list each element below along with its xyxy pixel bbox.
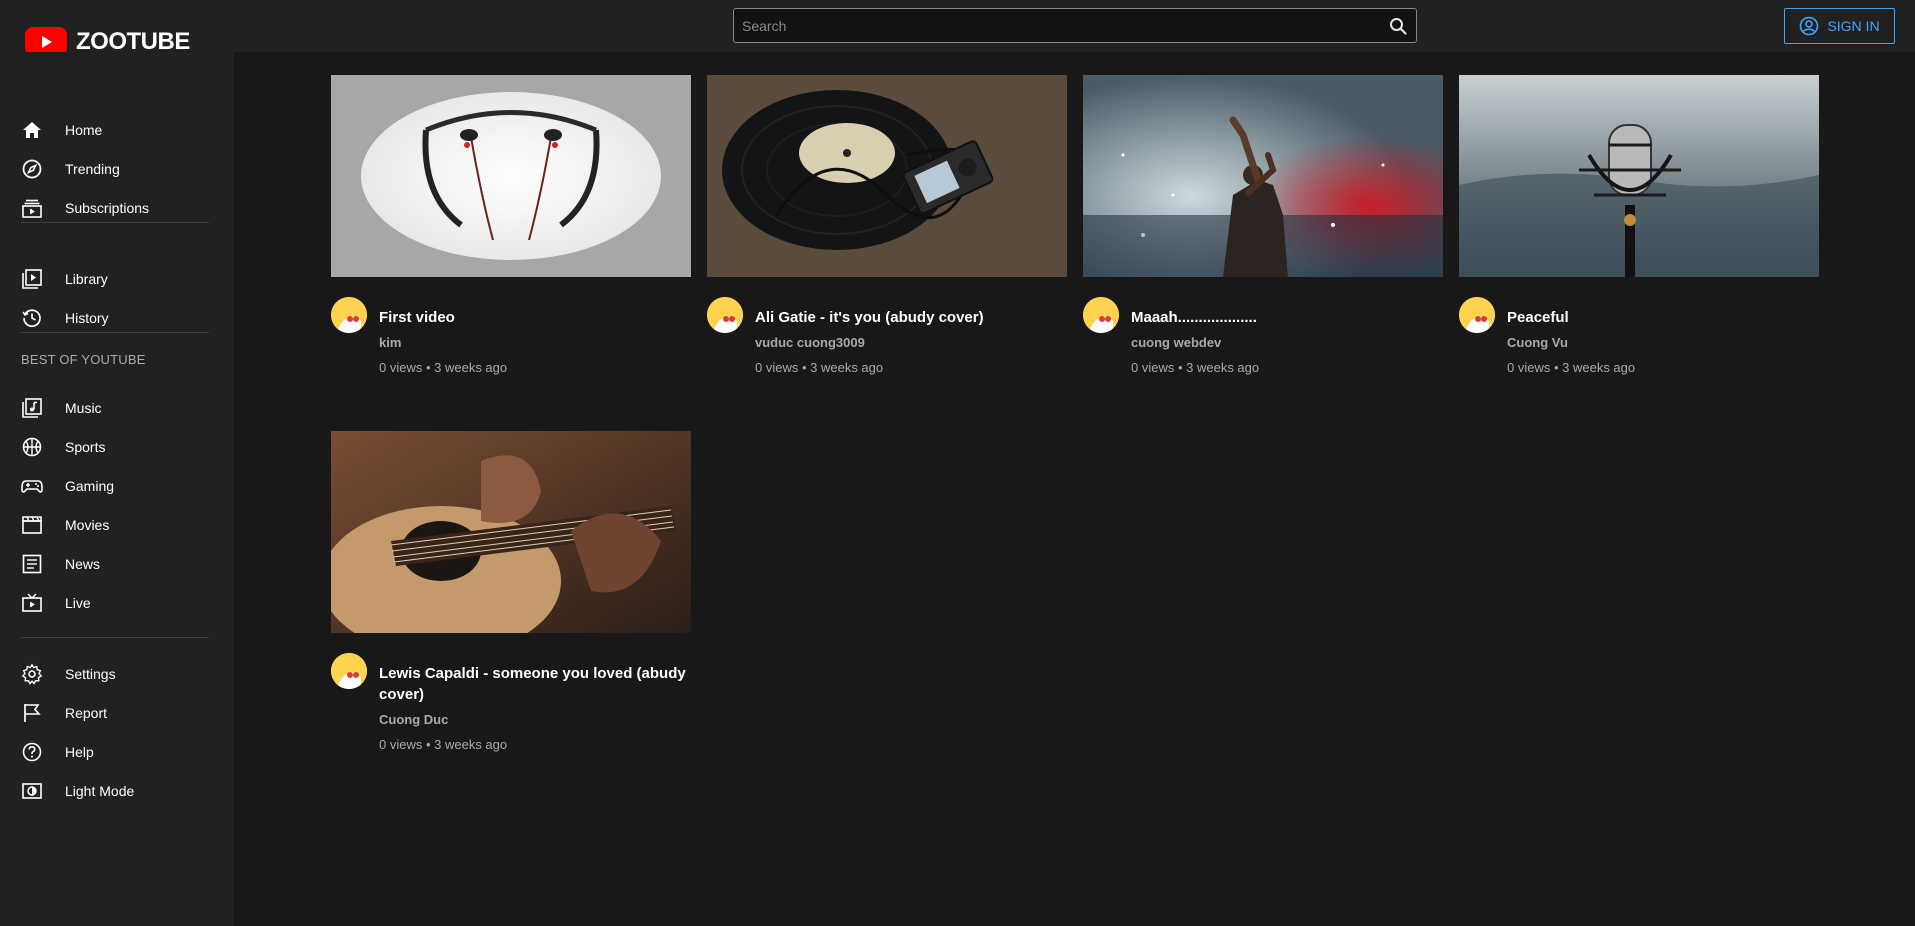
sidebar-item-help[interactable]: Help bbox=[0, 732, 234, 771]
sidebar-item-label: Live bbox=[65, 594, 91, 611]
video-stats: 0 views • 3 weeks ago bbox=[1507, 360, 1636, 375]
channel-avatar[interactable] bbox=[331, 653, 367, 689]
sidebar-item-label: Report bbox=[65, 704, 108, 721]
sidebar-item-label: Library bbox=[65, 270, 108, 287]
channel-avatar[interactable] bbox=[331, 297, 367, 333]
sidebar-item-label: News bbox=[65, 555, 101, 572]
sidebar-item-trending[interactable]: Trending bbox=[0, 149, 234, 188]
video-thumbnail-earphones[interactable] bbox=[331, 75, 691, 277]
flag-icon bbox=[21, 702, 43, 724]
section-title-best: BEST OF YOUTUBE bbox=[21, 352, 146, 367]
video-card[interactable]: Ali Gatie - it's you (abudy cover) vuduc… bbox=[707, 75, 1067, 375]
sidebar-item-label: Help bbox=[65, 743, 94, 760]
sidebar-item-label: Sports bbox=[65, 438, 106, 455]
video-card[interactable]: Maaah................... cuong webdev 0 … bbox=[1083, 75, 1443, 375]
sidebar-item-label: Movies bbox=[65, 516, 110, 533]
live-tv-icon bbox=[21, 592, 43, 614]
sidebar-item-label: Home bbox=[65, 121, 103, 138]
library-icon bbox=[21, 268, 43, 290]
sign-in-label: SIGN IN bbox=[1827, 18, 1880, 34]
sidebar-item-label: Settings bbox=[65, 665, 116, 682]
search-bar bbox=[733, 8, 1417, 43]
video-stats: 0 views • 3 weeks ago bbox=[379, 737, 508, 752]
channel-avatar[interactable] bbox=[1083, 297, 1119, 333]
account-circle-icon bbox=[1800, 16, 1819, 36]
sidebar-item-gaming[interactable]: Gaming bbox=[0, 466, 234, 505]
video-title[interactable]: Maaah................... bbox=[1131, 297, 1443, 328]
video-meta: Peaceful Cuong Vu 0 views • 3 weeks ago bbox=[1459, 297, 1819, 375]
gamepad-icon bbox=[21, 475, 43, 497]
channel-name[interactable]: kim bbox=[379, 335, 691, 350]
sidebar-item-live[interactable]: Live bbox=[0, 583, 234, 622]
sidebar-divider bbox=[21, 637, 209, 638]
video-thumbnail-guitar[interactable] bbox=[331, 431, 691, 633]
video-meta: Ali Gatie - it's you (abudy cover) vuduc… bbox=[707, 297, 1067, 375]
video-card[interactable]: First video kim 0 views • 3 weeks ago bbox=[331, 75, 691, 375]
sidebar-item-label: Light Mode bbox=[65, 782, 135, 799]
video-thumbnail-vinyl-record[interactable] bbox=[707, 75, 1067, 277]
sidebar-item-settings[interactable]: Settings bbox=[0, 654, 234, 693]
sidebar-item-label: Music bbox=[65, 399, 102, 416]
gear-icon bbox=[21, 663, 43, 685]
sidebar-item-report[interactable]: Report bbox=[0, 693, 234, 732]
video-card[interactable]: Peaceful Cuong Vu 0 views • 3 weeks ago bbox=[1459, 75, 1819, 375]
video-title[interactable]: Peaceful bbox=[1507, 297, 1819, 328]
video-meta: First video kim 0 views • 3 weeks ago bbox=[331, 297, 691, 375]
news-icon bbox=[21, 553, 43, 575]
video-meta: Lewis Capaldi - someone you loved (abudy… bbox=[331, 653, 691, 752]
video-stats: 0 views • 3 weeks ago bbox=[379, 360, 508, 375]
sign-in-button[interactable]: SIGN IN bbox=[1784, 8, 1895, 44]
compass-icon bbox=[21, 158, 43, 180]
help-icon bbox=[21, 741, 43, 763]
video-title[interactable]: Ali Gatie - it's you (abudy cover) bbox=[755, 297, 1067, 328]
sidebar-divider bbox=[21, 332, 209, 333]
sidebar-item-sports[interactable]: Sports bbox=[0, 427, 234, 466]
sidebar-item-label: Subscriptions bbox=[65, 199, 150, 216]
sports-icon bbox=[21, 436, 43, 458]
search-button[interactable] bbox=[1380, 9, 1416, 42]
channel-avatar[interactable] bbox=[707, 297, 743, 333]
contrast-icon bbox=[21, 780, 43, 802]
video-thumbnail-microphone[interactable] bbox=[1459, 75, 1819, 277]
home-icon bbox=[21, 119, 43, 141]
video-stats: 0 views • 3 weeks ago bbox=[1131, 360, 1260, 375]
video-thumbnail-concert-smoke[interactable] bbox=[1083, 75, 1443, 277]
video-card[interactable]: Lewis Capaldi - someone you loved (abudy… bbox=[331, 431, 691, 752]
channel-name[interactable]: vuduc cuong3009 bbox=[755, 335, 1067, 350]
sidebar-item-home[interactable]: Home bbox=[0, 110, 234, 149]
sidebar-item-label: History bbox=[65, 309, 109, 326]
music-icon bbox=[21, 397, 43, 419]
channel-avatar[interactable] bbox=[1459, 297, 1495, 333]
sidebar-item-label: Trending bbox=[65, 160, 120, 177]
history-icon bbox=[21, 307, 43, 329]
sidebar-item-label: Gaming bbox=[65, 477, 115, 494]
channel-name[interactable]: cuong webdev bbox=[1131, 335, 1443, 350]
video-meta: Maaah................... cuong webdev 0 … bbox=[1083, 297, 1443, 375]
channel-name[interactable]: Cuong Duc bbox=[379, 712, 691, 727]
search-input[interactable] bbox=[734, 9, 1380, 42]
sidebar: Home Trending Subscriptions Library Hist… bbox=[0, 52, 234, 926]
search-icon bbox=[1390, 17, 1407, 35]
video-title[interactable]: Lewis Capaldi - someone you loved (abudy… bbox=[379, 653, 691, 705]
video-stats: 0 views • 3 weeks ago bbox=[755, 360, 884, 375]
subscriptions-icon bbox=[21, 197, 43, 219]
sidebar-item-library[interactable]: Library bbox=[0, 259, 234, 298]
movies-icon bbox=[21, 514, 43, 536]
sidebar-item-movies[interactable]: Movies bbox=[0, 505, 234, 544]
top-header: ZOOTUBE SIGN IN bbox=[0, 0, 1915, 56]
sidebar-item-news[interactable]: News bbox=[0, 544, 234, 583]
channel-name[interactable]: Cuong Vu bbox=[1507, 335, 1819, 350]
video-title[interactable]: First video bbox=[379, 297, 691, 328]
sidebar-item-light-mode[interactable]: Light Mode bbox=[0, 771, 234, 810]
sidebar-item-music[interactable]: Music bbox=[0, 388, 234, 427]
sidebar-divider bbox=[21, 222, 209, 223]
